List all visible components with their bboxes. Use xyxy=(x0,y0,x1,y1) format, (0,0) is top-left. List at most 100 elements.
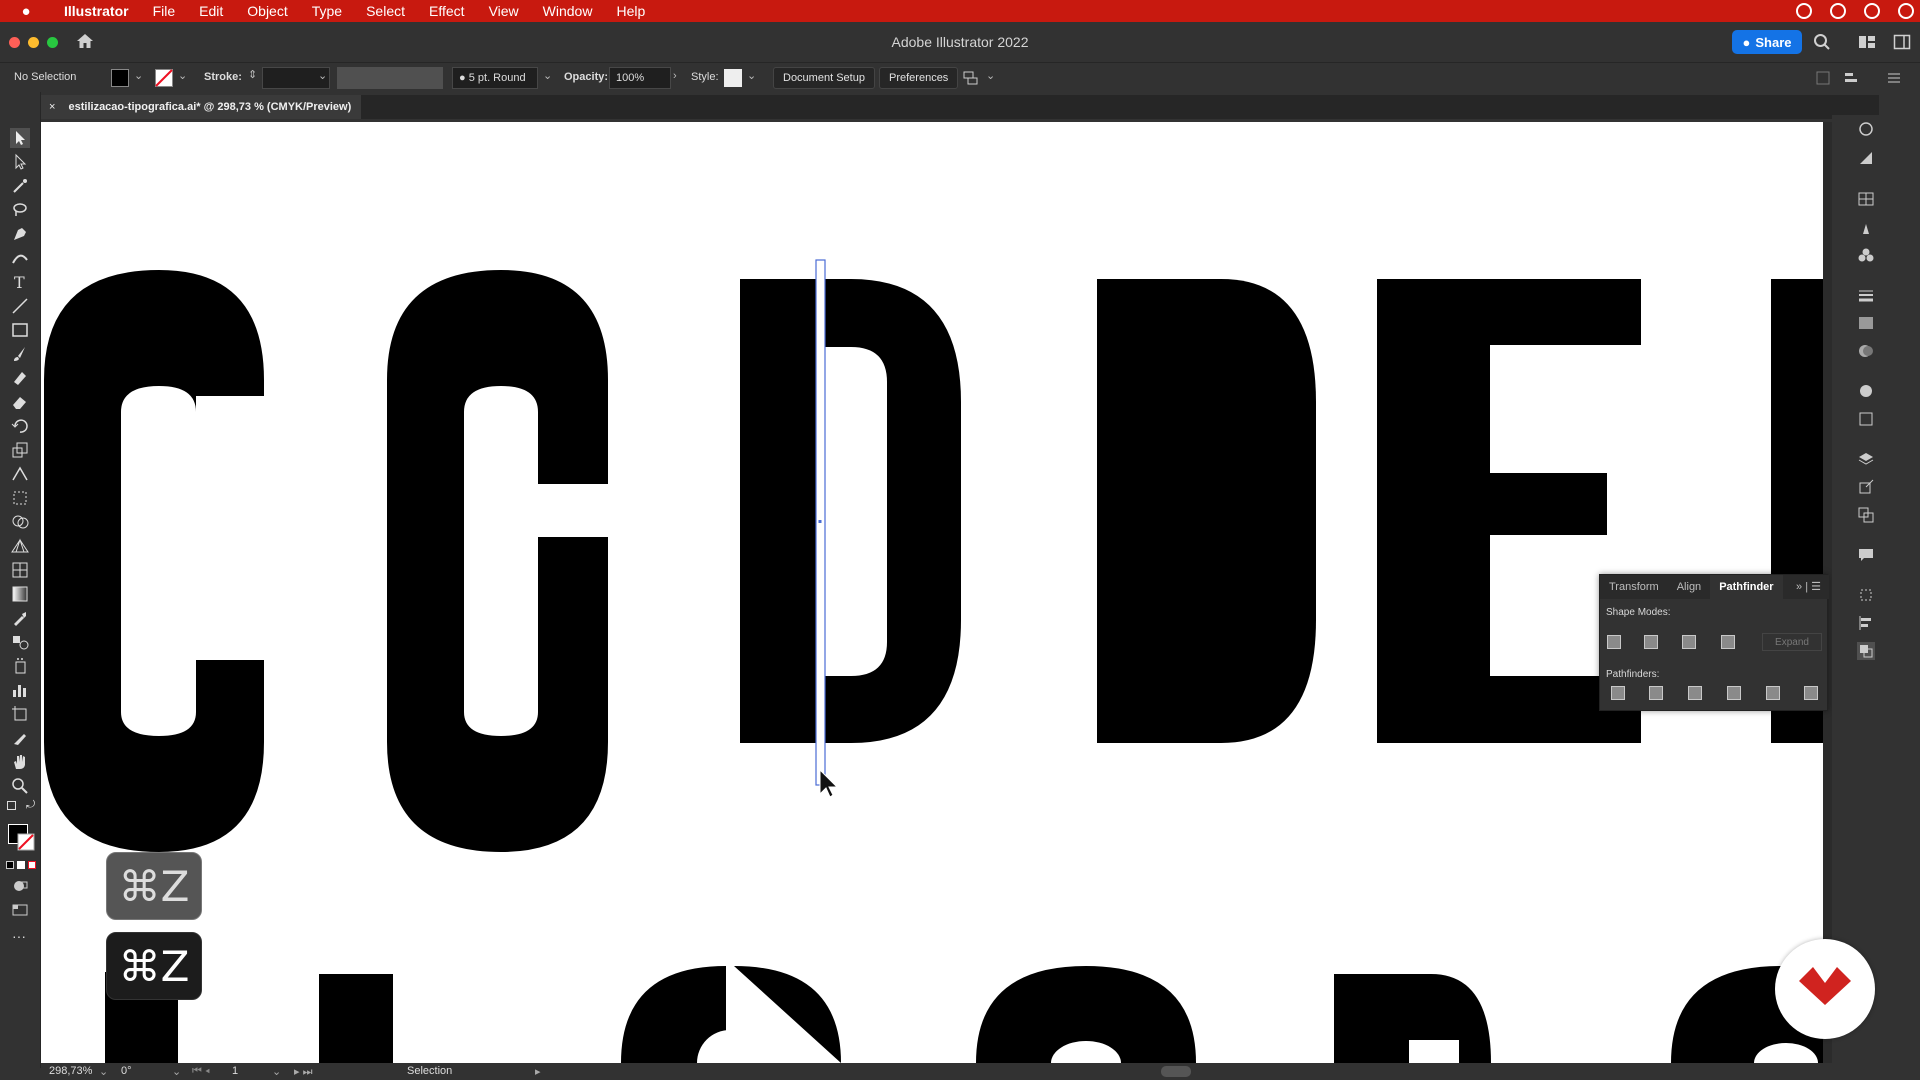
artboard-canvas[interactable] xyxy=(41,122,1823,1063)
blend-tool-icon[interactable] xyxy=(10,632,30,652)
libraries-icon[interactable] xyxy=(1857,120,1875,138)
comments-icon[interactable] xyxy=(1857,546,1875,564)
zoom-level[interactable]: 298,73% xyxy=(49,1065,92,1077)
record-icon[interactable] xyxy=(1796,3,1812,19)
layers-icon[interactable] xyxy=(1857,450,1875,468)
gradient-panel-icon[interactable] xyxy=(1857,314,1875,332)
menu-help[interactable]: Help xyxy=(604,3,657,19)
document-setup-button[interactable]: Document Setup xyxy=(773,67,875,89)
intersect-icon[interactable] xyxy=(1682,635,1696,649)
tab-transform[interactable]: Transform xyxy=(1600,575,1668,599)
expand-button[interactable]: Expand xyxy=(1762,633,1822,651)
hand-tool-icon[interactable] xyxy=(10,752,30,772)
panel-menu-icon[interactable] xyxy=(1886,70,1902,86)
scale-tool-icon[interactable] xyxy=(10,440,30,460)
transform-panel-icon[interactable] xyxy=(1857,586,1875,604)
paintbrush-tool-icon[interactable] xyxy=(10,344,30,364)
default-colors-icon[interactable] xyxy=(7,801,16,810)
direct-selection-tool-icon[interactable] xyxy=(10,152,30,172)
line-segment-tool-icon[interactable] xyxy=(10,296,30,316)
stroke-panel-icon[interactable] xyxy=(1857,286,1875,304)
zoom-tool-icon[interactable] xyxy=(10,776,30,796)
tab-pathfinder[interactable]: Pathfinder xyxy=(1710,575,1783,599)
crop-icon[interactable] xyxy=(1727,686,1741,700)
creative-cloud-icon[interactable] xyxy=(1830,3,1846,19)
menu-object[interactable]: Object xyxy=(235,3,299,19)
asset-export-icon[interactable] xyxy=(1857,478,1875,496)
shape-builder-tool-icon[interactable] xyxy=(10,512,30,532)
pen-tool-icon[interactable] xyxy=(10,224,30,244)
workspace-icon[interactable] xyxy=(1858,33,1876,51)
chevron-down-icon[interactable]: ⌄ xyxy=(747,69,756,82)
next-artboard-icon[interactable]: ▸ ⏭ xyxy=(294,1065,312,1079)
gradient-tool-icon[interactable] xyxy=(10,584,30,604)
graphic-styles-icon[interactable] xyxy=(1857,410,1875,428)
menu-effect[interactable]: Effect xyxy=(417,3,477,19)
preferences-button[interactable]: Preferences xyxy=(879,67,959,89)
menu-view[interactable]: View xyxy=(477,3,531,19)
trim-icon[interactable] xyxy=(1649,686,1663,700)
apple-menu-icon[interactable]: ● xyxy=(0,3,52,20)
chevron-down-icon[interactable]: ⌄ xyxy=(178,69,187,82)
type-tool-icon[interactable]: T xyxy=(10,272,30,292)
chevron-right-icon[interactable]: ▸ xyxy=(535,1065,541,1078)
lasso-tool-icon[interactable] xyxy=(10,200,30,220)
perspective-grid-tool-icon[interactable] xyxy=(10,536,30,556)
eyedropper-tool-icon[interactable] xyxy=(10,608,30,628)
menu-select[interactable]: Select xyxy=(354,3,417,19)
menu-file[interactable]: File xyxy=(141,3,188,19)
rotation-value[interactable]: 0° xyxy=(121,1065,132,1077)
export-icon[interactable] xyxy=(1857,149,1875,167)
exclude-icon[interactable] xyxy=(1721,635,1735,649)
first-artboard-icon[interactable]: ⏮ ◂ xyxy=(192,1065,210,1078)
selection-tool-icon[interactable] xyxy=(10,128,30,148)
search-icon[interactable] xyxy=(1813,33,1831,51)
divide-icon[interactable] xyxy=(1611,686,1625,700)
isolate-icon[interactable] xyxy=(1815,70,1831,86)
edit-toolbar-icon[interactable]: ··· xyxy=(12,928,26,944)
brushes-icon[interactable] xyxy=(1857,218,1875,236)
chevron-down-icon[interactable]: ⌄ xyxy=(986,69,995,82)
merge-icon[interactable] xyxy=(1688,686,1702,700)
minus-back-icon[interactable] xyxy=(1804,686,1818,700)
rectangle-tool-icon[interactable] xyxy=(10,320,30,340)
power-icon[interactable] xyxy=(1898,3,1914,19)
opacity-field[interactable]: 100% xyxy=(609,67,671,89)
graphic-style-swatch[interactable] xyxy=(724,69,742,87)
chevron-down-icon[interactable]: ⌄ xyxy=(272,1065,281,1078)
control-center-icon[interactable] xyxy=(1864,3,1880,19)
draw-mode-icon[interactable] xyxy=(10,876,30,896)
fill-swatch[interactable] xyxy=(111,69,129,87)
swap-colors-icon[interactable]: ⤾ xyxy=(26,799,35,812)
width-tool-icon[interactable] xyxy=(10,464,30,484)
outline-icon[interactable] xyxy=(1766,686,1780,700)
align-icon[interactable] xyxy=(1843,70,1859,86)
share-button[interactable]: ● Share xyxy=(1732,30,1802,54)
menu-edit[interactable]: Edit xyxy=(187,3,235,19)
panel-menu-icon[interactable]: » | ☰ xyxy=(1796,580,1821,593)
stroke-stepper-icon[interactable]: ⇕ xyxy=(248,68,257,81)
transparency-icon[interactable] xyxy=(1857,342,1875,360)
artboard-number[interactable]: 1 xyxy=(232,1065,238,1077)
artboards-icon[interactable] xyxy=(1857,506,1875,524)
chevron-right-icon[interactable]: › xyxy=(673,70,677,82)
chevron-down-icon[interactable]: ⌄ xyxy=(99,1065,108,1078)
symbols-icon[interactable] xyxy=(1857,246,1875,264)
chevron-down-icon[interactable]: ⌄ xyxy=(543,69,552,82)
mesh-tool-icon[interactable] xyxy=(10,560,30,580)
align-panel-icon[interactable] xyxy=(1857,614,1875,632)
slice-tool-icon[interactable] xyxy=(10,728,30,748)
menu-window[interactable]: Window xyxy=(531,3,605,19)
curvature-tool-icon[interactable] xyxy=(10,248,30,268)
chevron-down-icon[interactable]: ⌄ xyxy=(172,1065,181,1078)
free-transform-tool-icon[interactable] xyxy=(10,488,30,508)
stroke-color-swatch[interactable] xyxy=(17,833,35,851)
swatches-icon[interactable] xyxy=(1857,190,1875,208)
stroke-swatch[interactable] xyxy=(155,69,173,87)
screen-mode-icon[interactable] xyxy=(10,900,30,920)
variable-width-profile[interactable] xyxy=(337,67,443,89)
chevron-down-icon[interactable]: ⌄ xyxy=(134,69,143,82)
rotate-tool-icon[interactable] xyxy=(10,416,30,436)
horizontal-scrollbar[interactable] xyxy=(1161,1066,1191,1077)
arrange-documents-icon[interactable] xyxy=(963,70,979,86)
